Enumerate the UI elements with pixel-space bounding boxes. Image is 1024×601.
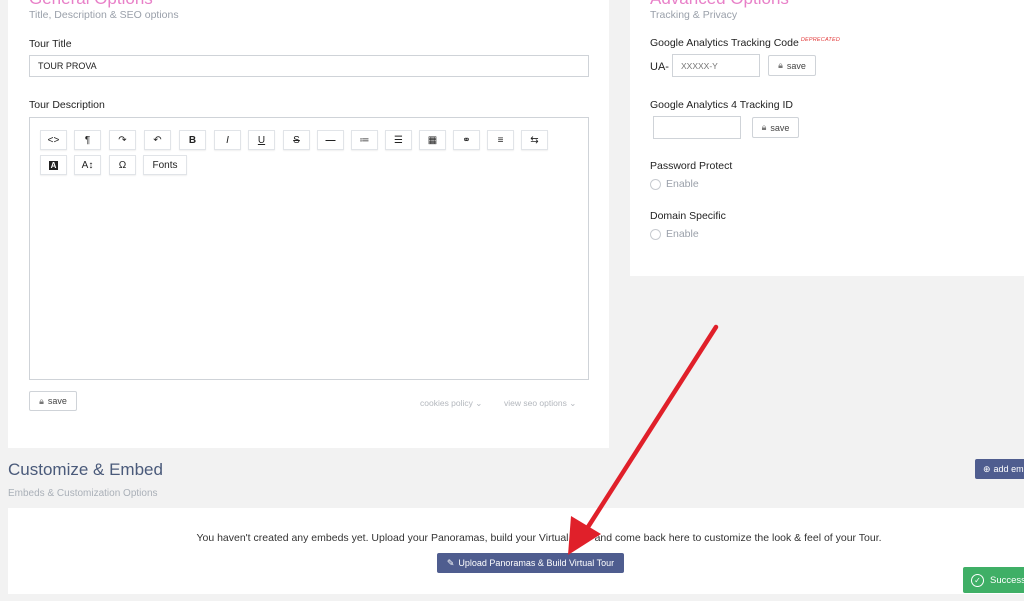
text-color-glyph: A <box>48 160 59 170</box>
advanced-options-subtitle: Tracking & Privacy <box>650 9 738 21</box>
undo-icon[interactable]: ↶ <box>144 130 171 150</box>
ga4-save-label: save <box>770 122 790 133</box>
lock-icon: 🔒︎ <box>778 60 783 70</box>
domain-specific-radio[interactable] <box>650 228 661 240</box>
special-characters-icon[interactable]: Ω <box>109 155 136 175</box>
redo-icon[interactable]: ↷ <box>109 130 136 150</box>
ga-prefix: UA- <box>650 61 669 73</box>
unordered-list-icon[interactable]: ☰ <box>385 130 412 150</box>
deprecated-badge: DEPRECATED <box>800 37 841 43</box>
customize-embed-subtitle: Embeds & Customization Options <box>8 488 158 499</box>
password-protect-radio[interactable] <box>650 178 661 190</box>
ga4-save-button[interactable]: 🔒︎ save <box>752 117 799 138</box>
password-protect-label: Password Protect <box>650 160 733 172</box>
success-toast[interactable]: ✓ Success <box>963 567 1024 593</box>
tour-title-input[interactable]: TOUR PROVA <box>29 55 589 77</box>
ga-tracking-label: Google Analytics Tracking Code DEPRECATED <box>650 37 840 49</box>
ga4-tracking-input[interactable] <box>653 116 741 139</box>
plus-circle-icon: ⊕ <box>983 463 991 474</box>
strikethrough-icon[interactable]: S <box>283 130 310 150</box>
domain-specific-label: Domain Specific <box>650 210 726 222</box>
bold-icon[interactable]: B <box>179 130 206 150</box>
tour-title-value: TOUR PROVA <box>38 61 97 71</box>
success-toast-text: Success <box>990 574 1024 586</box>
code-view-icon[interactable]: <> <box>40 130 67 150</box>
underline-icon[interactable]: U <box>248 130 275 150</box>
password-protect-option: Enable <box>666 178 699 190</box>
check-circle-icon: ✓ <box>971 573 984 587</box>
general-options-subtitle: Title, Description & SEO options <box>29 9 179 21</box>
embeds-panel: You haven't created any embeds yet. Uplo… <box>8 508 1024 594</box>
link-icon[interactable]: ⚭ <box>453 130 480 150</box>
horizontal-rule-icon[interactable]: — <box>317 130 344 150</box>
view-seo-options-link[interactable]: view seo options ⌄ <box>504 398 576 409</box>
customize-embed-title: Customize & Embed <box>8 460 163 479</box>
ga-save-button[interactable]: 🔒︎ save <box>768 55 816 76</box>
password-protect-enable[interactable]: Enable <box>650 178 699 190</box>
ga-tracking-input[interactable] <box>672 54 760 77</box>
tour-title-label: Tour Title <box>29 38 72 50</box>
tour-description-label: Tour Description <box>29 99 105 111</box>
advanced-options-title: Advanced Options <box>650 0 789 9</box>
line-height-icon[interactable]: ⇆ <box>521 130 548 150</box>
italic-icon[interactable]: I <box>214 130 241 150</box>
text-color-icon[interactable]: A <box>40 155 67 175</box>
ga-save-label: save <box>786 60 806 71</box>
domain-specific-enable[interactable]: Enable <box>650 228 699 240</box>
fonts-button[interactable]: Fonts <box>143 155 187 175</box>
lock-icon: 🔒︎ <box>761 122 767 132</box>
ga-tracking-label-text: Google Analytics Tracking Code <box>650 37 799 49</box>
font-size-icon[interactable]: A↕ <box>74 155 101 175</box>
pencil-icon: ✎ <box>446 557 455 568</box>
upload-panoramas-label: Upload Panoramas & Build Virtual Tour <box>458 558 615 568</box>
upload-panoramas-button[interactable]: ✎ Upload Panoramas & Build Virtual Tour <box>437 553 624 573</box>
ordered-list-icon[interactable]: ≔ <box>351 130 378 150</box>
domain-specific-option: Enable <box>666 228 699 240</box>
align-icon[interactable]: ≡ <box>487 130 514 150</box>
cookies-policy-link[interactable]: cookies policy ⌄ <box>420 398 482 409</box>
general-save-label: save <box>47 396 67 406</box>
table-icon[interactable]: ▦ <box>419 130 446 150</box>
ga4-tracking-label: Google Analytics 4 Tracking ID <box>650 99 793 111</box>
add-embed-button[interactable]: ⊕ add em <box>975 459 1024 479</box>
no-embeds-message: You haven't created any embeds yet. Uplo… <box>196 532 882 544</box>
add-embed-label: add em <box>993 464 1024 474</box>
tour-description-editor[interactable]: <> ¶ ↷ ↶ B I U S — ≔ ☰ ▦ ⚭ ≡ ⇆ A A↕ Ω Fo… <box>29 117 589 380</box>
general-save-button[interactable]: 🔒︎ save <box>29 391 77 411</box>
general-options-title: General Options <box>29 0 153 9</box>
lock-icon: 🔒︎ <box>39 395 44 406</box>
paragraph-icon[interactable]: ¶ <box>74 130 101 150</box>
